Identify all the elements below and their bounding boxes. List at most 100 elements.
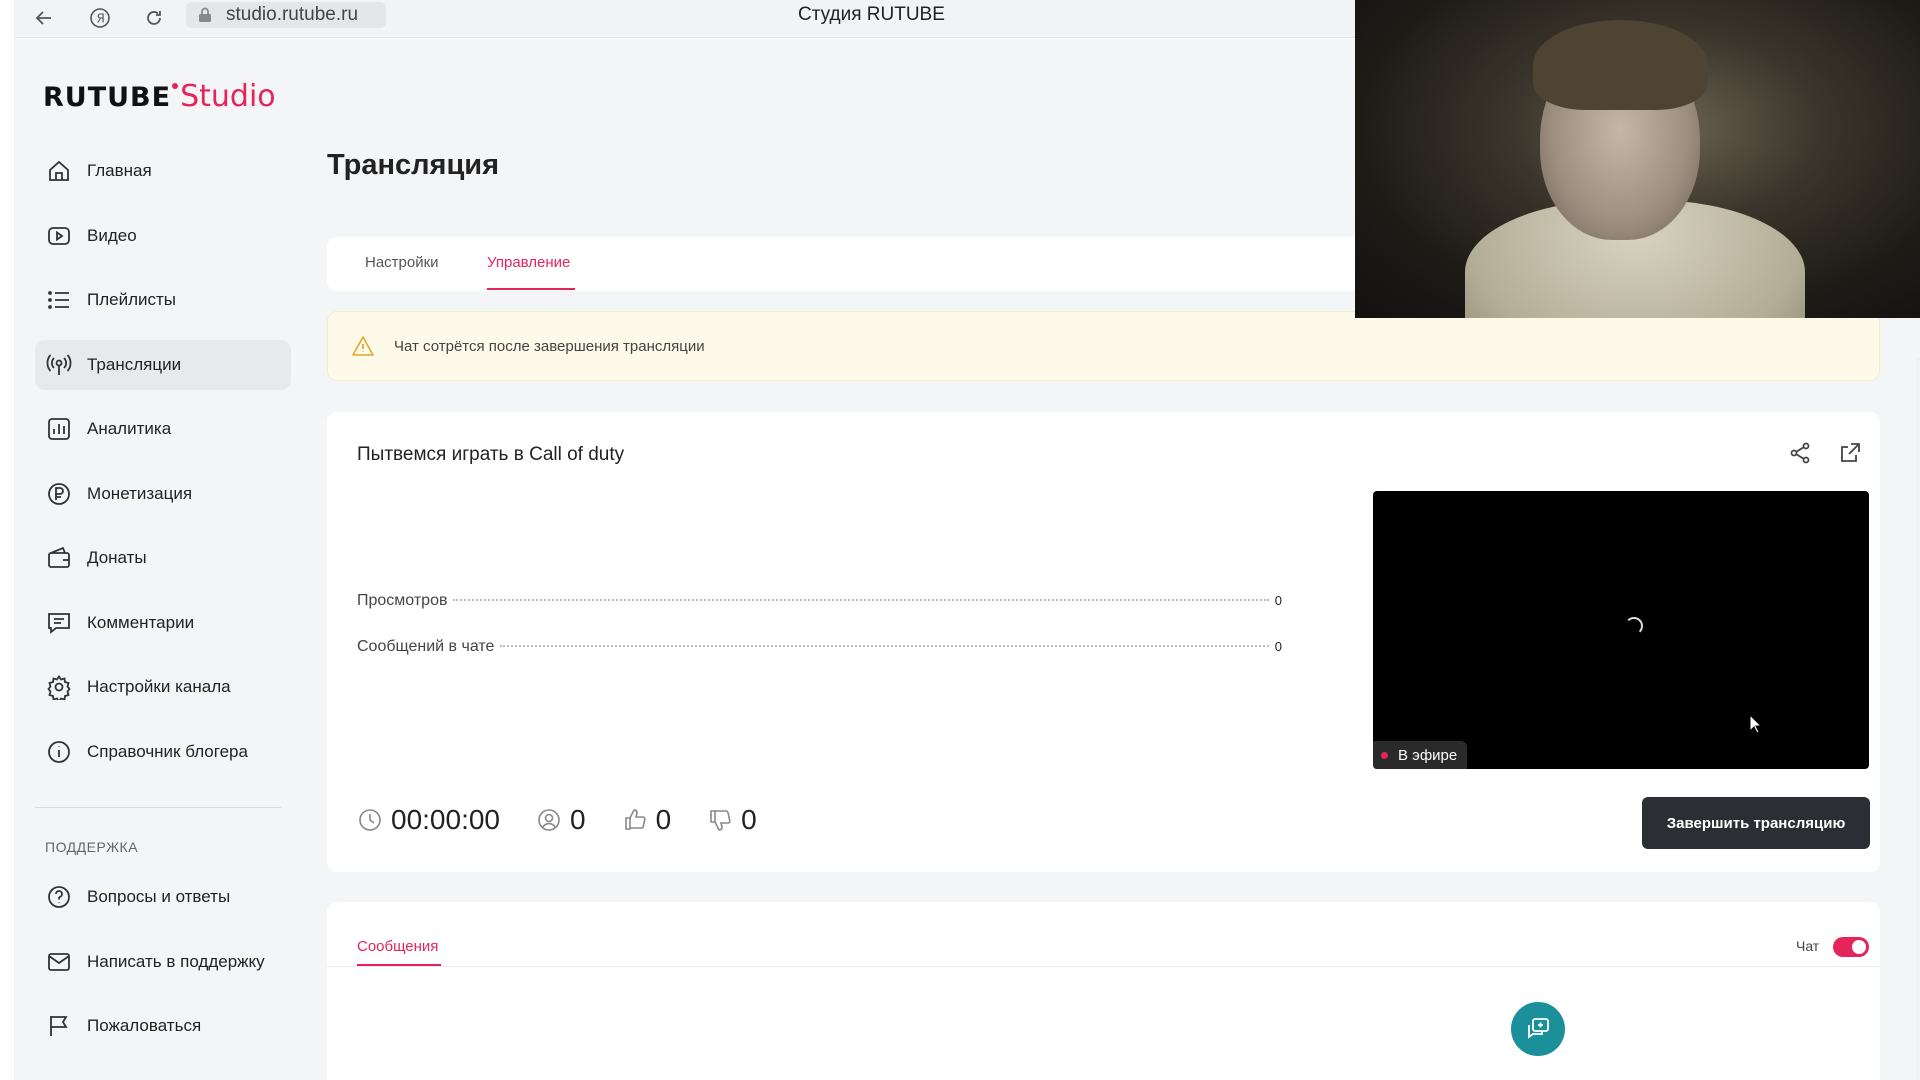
mouse-cursor-icon (1749, 714, 1763, 734)
ruble-icon (45, 480, 73, 508)
webcam-overlay (1355, 0, 1920, 318)
yandex-icon[interactable]: Я (86, 4, 114, 32)
likes-metric: 0 (622, 804, 672, 836)
sidebar-item-playlists[interactable]: Плейлисты (35, 275, 291, 325)
stream-preview-player[interactable]: В эфире (1373, 491, 1869, 769)
window-edge (0, 0, 15, 1080)
question-icon (45, 883, 73, 911)
svg-text:Я: Я (97, 12, 105, 26)
toggle-knob (1852, 940, 1866, 954)
viewers-metric: 0 (536, 804, 586, 836)
viewers-count: 0 (570, 804, 586, 835)
video-icon (45, 222, 73, 250)
active-tab-indicator (487, 288, 575, 290)
flag-icon (45, 1012, 73, 1040)
sidebar-item-label: Трансляции (87, 354, 182, 374)
chat-toggle-label: Чат (1796, 938, 1820, 954)
thumbs-up-icon (624, 809, 646, 830)
dislikes-metric: 0 (707, 804, 757, 836)
stat-label: Сообщений в чате (357, 638, 495, 655)
webcam-person-hair (1533, 20, 1708, 110)
gear-icon (45, 673, 73, 701)
sidebar-item-label: Монетизация (87, 483, 193, 503)
stream-metrics: 00:00:00 0 0 0 (357, 804, 793, 836)
support-nav: Вопросы и ответы Написать в поддержку По… (35, 872, 291, 1066)
tab-settings[interactable]: Настройки (365, 254, 439, 271)
sidebar-item-faq[interactable]: Вопросы и ответы (35, 872, 291, 922)
support-chat-icon (1528, 1018, 1549, 1039)
likes-count: 0 (655, 804, 672, 835)
messages-card: Сообщения Чат (327, 902, 1880, 1080)
sidebar-item-label: Аналитика (87, 419, 172, 438)
reload-icon[interactable] (140, 4, 168, 32)
sidebar-item-contact-support[interactable]: Написать в поддержку (35, 937, 291, 987)
page-scrollbar[interactable] (1916, 358, 1920, 1080)
end-stream-button[interactable]: Завершить трансляцию (1642, 797, 1870, 849)
sidebar-item-label: Комментарии (87, 612, 195, 632)
stat-value: 0 (1274, 593, 1282, 608)
sidebar-item-monetization[interactable]: Монетизация (35, 469, 291, 519)
live-badge-label: В эфире (1398, 746, 1458, 764)
back-icon[interactable] (30, 4, 58, 32)
sidebar-item-video[interactable]: Видео (35, 211, 291, 261)
home-icon (45, 157, 73, 185)
logo-brand: RUTUBE (43, 82, 172, 113)
logo-dot (172, 83, 179, 89)
rutube-studio-logo[interactable]: RUTUBE Studio (43, 79, 276, 114)
sidebar-item-label: Донаты (87, 548, 147, 567)
thumbs-down-icon (710, 810, 731, 831)
chat-warning-banner: Чат сотрётся после завершения трансляции (327, 311, 1880, 381)
support-section-title: ПОДДЕРЖКА (45, 839, 139, 855)
address-bar[interactable]: studio.rutube.ru (186, 2, 386, 28)
comment-icon (45, 609, 73, 637)
sidebar-item-blogger-guide[interactable]: Справочник блогера (35, 727, 291, 777)
tab-management[interactable]: Управление (487, 254, 570, 271)
viewer-icon (538, 809, 560, 831)
clock-icon (359, 809, 381, 831)
help-chat-button[interactable] (1511, 1002, 1565, 1056)
lock-icon (199, 7, 211, 22)
stat-value: 0 (1274, 639, 1282, 654)
stream-title: Пытвемся играть в Call of duty (357, 444, 625, 465)
broadcast-icon (45, 351, 73, 379)
stream-card: Пытвемся играть в Call of duty Просмотро… (327, 412, 1880, 872)
sidebar-item-label: Написать в поддержку (87, 951, 265, 971)
url-text: studio.rutube.ru (226, 4, 359, 25)
mail-icon (45, 948, 73, 976)
sidebar-item-report[interactable]: Пожаловаться (35, 1001, 291, 1051)
wallet-icon (45, 544, 73, 572)
chat-messages-stat: Сообщений в чате 0 (357, 638, 1282, 656)
sidebar-item-analytics[interactable]: Аналитика (35, 404, 291, 454)
analytics-icon (45, 415, 73, 443)
sidebar-divider (35, 807, 281, 808)
sidebar-item-comments[interactable]: Комментарии (35, 598, 291, 648)
warning-icon (352, 336, 374, 356)
sidebar-item-label: Плейлисты (87, 290, 177, 309)
sidebar: RUTUBE Studio Главная Видео Плейлисты Тр… (15, 39, 305, 1080)
sidebar-item-home[interactable]: Главная (35, 146, 291, 196)
dot-leader (500, 645, 1269, 647)
sidebar-item-label: Справочник блогера (87, 741, 248, 761)
stat-label: Просмотров (357, 592, 448, 609)
live-badge: В эфире (1373, 741, 1468, 769)
dot-leader (453, 599, 1269, 601)
open-external-icon[interactable] (1837, 440, 1865, 468)
sidebar-item-donations[interactable]: Донаты (35, 533, 291, 583)
info-icon (45, 738, 73, 766)
page-title: Трансляция (327, 149, 500, 181)
loading-spinner-icon (1625, 617, 1643, 635)
sidebar-item-label: Видео (87, 225, 137, 245)
share-icon[interactable] (1787, 440, 1815, 468)
logo-product: Studio (180, 79, 276, 114)
timer-metric: 00:00:00 (357, 804, 500, 836)
sidebar-item-channel-settings[interactable]: Настройки канала (35, 662, 291, 712)
chat-toggle[interactable] (1833, 937, 1869, 957)
tab-messages[interactable]: Сообщения (357, 938, 438, 955)
sidebar-item-label: Вопросы и ответы (87, 887, 231, 906)
sidebar-item-broadcasts[interactable]: Трансляции (35, 339, 291, 390)
browser-page-title: Студия RUTUBE (798, 4, 945, 25)
live-dot-icon (1381, 751, 1388, 759)
views-stat: Просмотров 0 (357, 592, 1282, 610)
warning-text: Чат сотрётся после завершения трансляции (394, 337, 705, 355)
dislikes-count: 0 (741, 804, 757, 835)
